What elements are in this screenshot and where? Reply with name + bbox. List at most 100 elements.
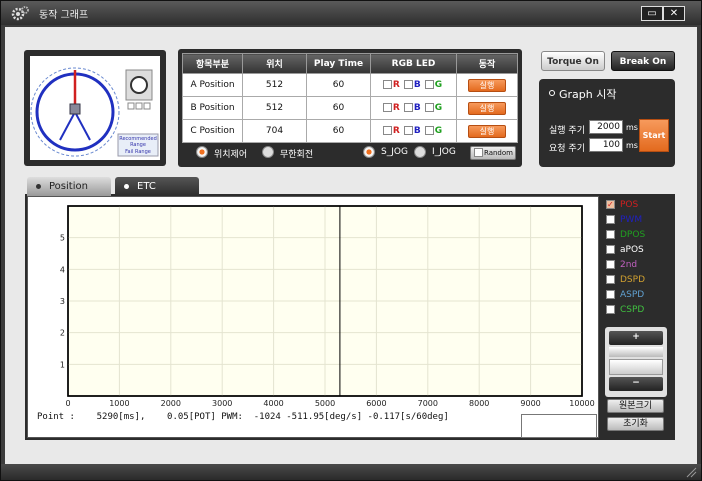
legend-item-pos[interactable]: ✓ POS xyxy=(605,200,638,213)
row-name: C Position xyxy=(182,119,243,143)
run-button[interactable]: 실행 xyxy=(468,124,506,138)
led-b-checkbox[interactable] xyxy=(403,126,413,136)
tab-etc[interactable]: ETC xyxy=(115,177,199,196)
x-tick-label: 1000 xyxy=(109,399,129,408)
zoom-in-button[interactable]: + xyxy=(609,331,663,345)
req-period-unit: ms xyxy=(626,141,638,150)
x-tick-label: 10000 xyxy=(569,399,594,408)
row-pos[interactable]: 512 xyxy=(242,73,307,97)
random-button[interactable]: Random xyxy=(470,146,516,160)
row-time[interactable]: 60 xyxy=(306,96,371,120)
led-r-checkbox[interactable] xyxy=(382,103,392,113)
fail-range-label: Fail Range xyxy=(125,149,151,155)
led-b-checkbox[interactable] xyxy=(403,103,413,113)
zoom-control: + − xyxy=(605,327,667,397)
led-g-checkbox[interactable] xyxy=(424,103,434,113)
legend-label: CSPD xyxy=(620,305,645,315)
legend-checkbox[interactable] xyxy=(606,290,615,299)
zoom-slider-thumb[interactable] xyxy=(609,359,663,375)
row-time[interactable]: 60 xyxy=(306,73,371,97)
reset-button[interactable]: 초기화 xyxy=(607,417,664,431)
tab-etc-label: ETC xyxy=(137,181,156,192)
i-jog-radio[interactable] xyxy=(414,146,426,158)
led-g-checkbox[interactable] xyxy=(424,80,434,90)
value-box xyxy=(521,414,597,438)
position-chart[interactable]: 0 1000 2000 3000 4000 5000 6000 7000 8000 9000 100… xyxy=(28,197,598,411)
status-bar xyxy=(1,464,701,480)
legend-label: PWM xyxy=(620,215,643,225)
legend-item-cspd[interactable]: CSPD xyxy=(605,305,644,318)
row-led: RBG xyxy=(370,96,457,120)
run-period-label: 실행 주기 xyxy=(549,126,585,136)
led-g-label: G xyxy=(434,125,443,136)
legend-item-2nd[interactable]: 2nd xyxy=(605,260,637,273)
random-label: Random xyxy=(484,149,513,157)
torque-on-button[interactable]: Torque On xyxy=(541,51,605,71)
legend-item-dpos[interactable]: DPOS xyxy=(605,230,645,243)
led-r-checkbox[interactable] xyxy=(382,80,392,90)
led-b-label: B xyxy=(413,125,421,136)
led-r-label: R xyxy=(392,125,400,136)
mode-radio-row: 위치제어 무한회전 S_JOG I_JOG Random xyxy=(182,143,518,163)
legend-label: DPOS xyxy=(620,230,646,240)
resize-grip-icon[interactable] xyxy=(685,466,697,478)
legend-item-aspd[interactable]: ASPD xyxy=(605,290,644,303)
tab-bullet-icon xyxy=(36,184,41,189)
legend-checkbox[interactable] xyxy=(606,275,615,284)
led-b-checkbox[interactable] xyxy=(403,80,413,90)
servo-diagram-panel: Recommended Range Fail Range xyxy=(24,50,166,166)
graph-title: Graph 시작 xyxy=(559,88,617,101)
run-period-unit: ms xyxy=(626,123,638,132)
row-time[interactable]: 60 xyxy=(306,119,371,143)
row-pos[interactable]: 512 xyxy=(242,96,307,120)
req-period-input[interactable]: 100 xyxy=(589,138,623,152)
legend-checkbox[interactable]: ✓ xyxy=(606,200,615,209)
run-button[interactable]: 실행 xyxy=(468,78,506,92)
s-jog-label: S_JOG xyxy=(381,147,408,157)
main-window: 동작 그래프 ▭ ✕ Recommended Range Fail Range … xyxy=(0,0,702,481)
row-name: A Position xyxy=(182,73,243,97)
led-g-checkbox[interactable] xyxy=(424,126,434,136)
x-tick-label: 4000 xyxy=(263,399,283,408)
break-on-button[interactable]: Break On xyxy=(611,51,675,71)
i-jog-label: I_JOG xyxy=(432,147,456,157)
pos-ctrl-radio[interactable] xyxy=(196,146,208,158)
table-row: B Position 512 60 R B G 실행 xyxy=(182,96,518,120)
recommended-range-label: Recommended Range xyxy=(119,136,157,148)
legend-item-apos[interactable]: aPOS xyxy=(605,245,644,258)
restore-button[interactable]: ▭ xyxy=(641,6,663,21)
col-header-name: 항목부분 xyxy=(182,53,243,74)
legend-checkbox[interactable] xyxy=(606,260,615,269)
title-bar[interactable]: 동작 그래프 ▭ ✕ xyxy=(1,1,701,25)
led-b-label: B xyxy=(413,79,421,90)
gears-icon xyxy=(11,6,29,21)
led-r-checkbox[interactable] xyxy=(382,126,392,136)
legend-item-dspd[interactable]: DSPD xyxy=(605,275,645,288)
tab-position[interactable]: Position xyxy=(27,177,111,196)
s-jog-radio[interactable] xyxy=(363,146,375,158)
run-button[interactable]: 실행 xyxy=(468,101,506,115)
original-size-button[interactable]: 원본크기 xyxy=(607,399,664,413)
row-pos[interactable]: 704 xyxy=(242,119,307,143)
random-checkbox[interactable] xyxy=(474,148,483,157)
start-button[interactable]: Start xyxy=(639,119,669,152)
legend-item-pwm[interactable]: PWM xyxy=(605,215,642,228)
run-period-input[interactable]: 2000 xyxy=(589,120,623,134)
legend-checkbox[interactable] xyxy=(606,215,615,224)
zoom-out-button[interactable]: − xyxy=(609,377,663,391)
x-tick-label: 0 xyxy=(65,399,70,408)
legend-checkbox[interactable] xyxy=(606,305,615,314)
row-action: 실행 xyxy=(456,73,518,97)
window-title: 동작 그래프 xyxy=(39,10,89,21)
x-tick-label: 3000 xyxy=(212,399,232,408)
legend-checkbox[interactable] xyxy=(606,230,615,239)
infinite-radio[interactable] xyxy=(262,146,274,158)
close-button[interactable]: ✕ xyxy=(663,6,685,21)
x-tick-label: 8000 xyxy=(469,399,489,408)
chart-area[interactable]: 0 1000 2000 3000 4000 5000 6000 7000 8000 9000 100… xyxy=(27,196,599,438)
tab-position-label: Position xyxy=(49,181,88,192)
bullet-icon xyxy=(549,90,555,96)
infinite-label: 무한회전 xyxy=(280,150,314,160)
col-header-pos: 위치 xyxy=(242,53,307,74)
legend-checkbox[interactable] xyxy=(606,245,615,254)
